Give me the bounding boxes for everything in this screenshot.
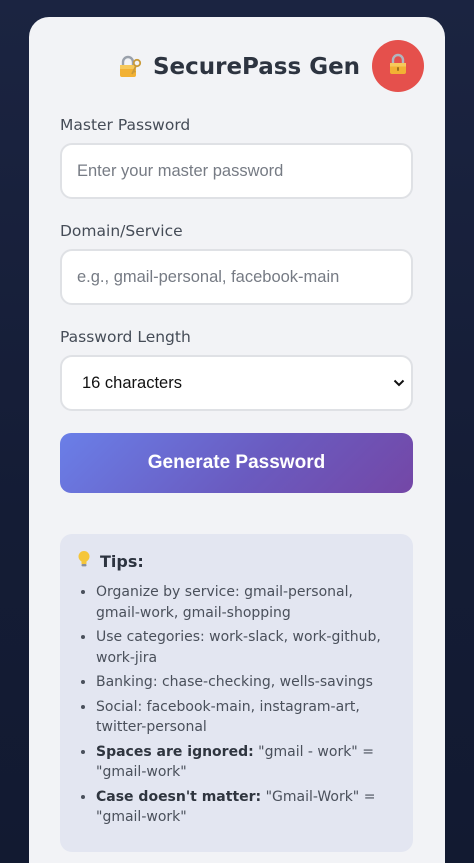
lightbulb-icon <box>77 550 91 572</box>
tip-item: Organize by service: gmail-personal, gma… <box>96 582 397 623</box>
master-password-label: Master Password <box>60 116 191 134</box>
tips-panel: Tips: Organize by service: gmail-persona… <box>60 534 413 852</box>
length-selected-value: 16 characters <box>82 373 182 392</box>
length-group: Password Length 16 characters <box>60 328 413 411</box>
tip-item: Case doesn't matter: "Gmail-Work" = "gma… <box>96 787 397 828</box>
length-label: Password Length <box>60 328 191 346</box>
tip-item: Social: facebook-main, instagram-art, tw… <box>96 697 397 738</box>
generator-card: SecurePass Gen Master Password Enter you… <box>29 17 445 863</box>
lock-button[interactable] <box>372 40 424 92</box>
domain-placeholder: e.g., gmail-personal, facebook-main <box>77 267 340 286</box>
tips-title: Tips: <box>100 551 144 571</box>
domain-label: Domain/Service <box>60 222 183 240</box>
tips-list: Organize by service: gmail-personal, gma… <box>77 582 397 828</box>
tips-heading: Tips: <box>77 550 397 572</box>
master-password-input[interactable]: Enter your master password <box>60 143 413 199</box>
lock-icon <box>388 53 408 79</box>
tip-item: Banking: chase-checking, wells-savings <box>96 672 397 693</box>
chevron-down-icon <box>389 379 409 387</box>
length-select[interactable]: 16 characters <box>60 355 413 411</box>
master-password-placeholder: Enter your master password <box>77 161 284 180</box>
domain-group: Domain/Service e.g., gmail-personal, fac… <box>60 222 413 305</box>
domain-input[interactable]: e.g., gmail-personal, facebook-main <box>60 249 413 305</box>
tip-item: Spaces are ignored: "gmail - work" = "gm… <box>96 742 397 783</box>
header: SecurePass Gen <box>60 17 424 116</box>
master-password-group: Master Password Enter your master passwo… <box>60 116 413 199</box>
page-title: SecurePass Gen <box>117 54 360 80</box>
app-title: SecurePass Gen <box>152 53 361 80</box>
tip-item: Use categories: work-slack, work-github,… <box>96 627 397 668</box>
lock-with-key-icon <box>117 54 143 80</box>
generate-password-button[interactable]: Generate Password <box>60 433 413 493</box>
